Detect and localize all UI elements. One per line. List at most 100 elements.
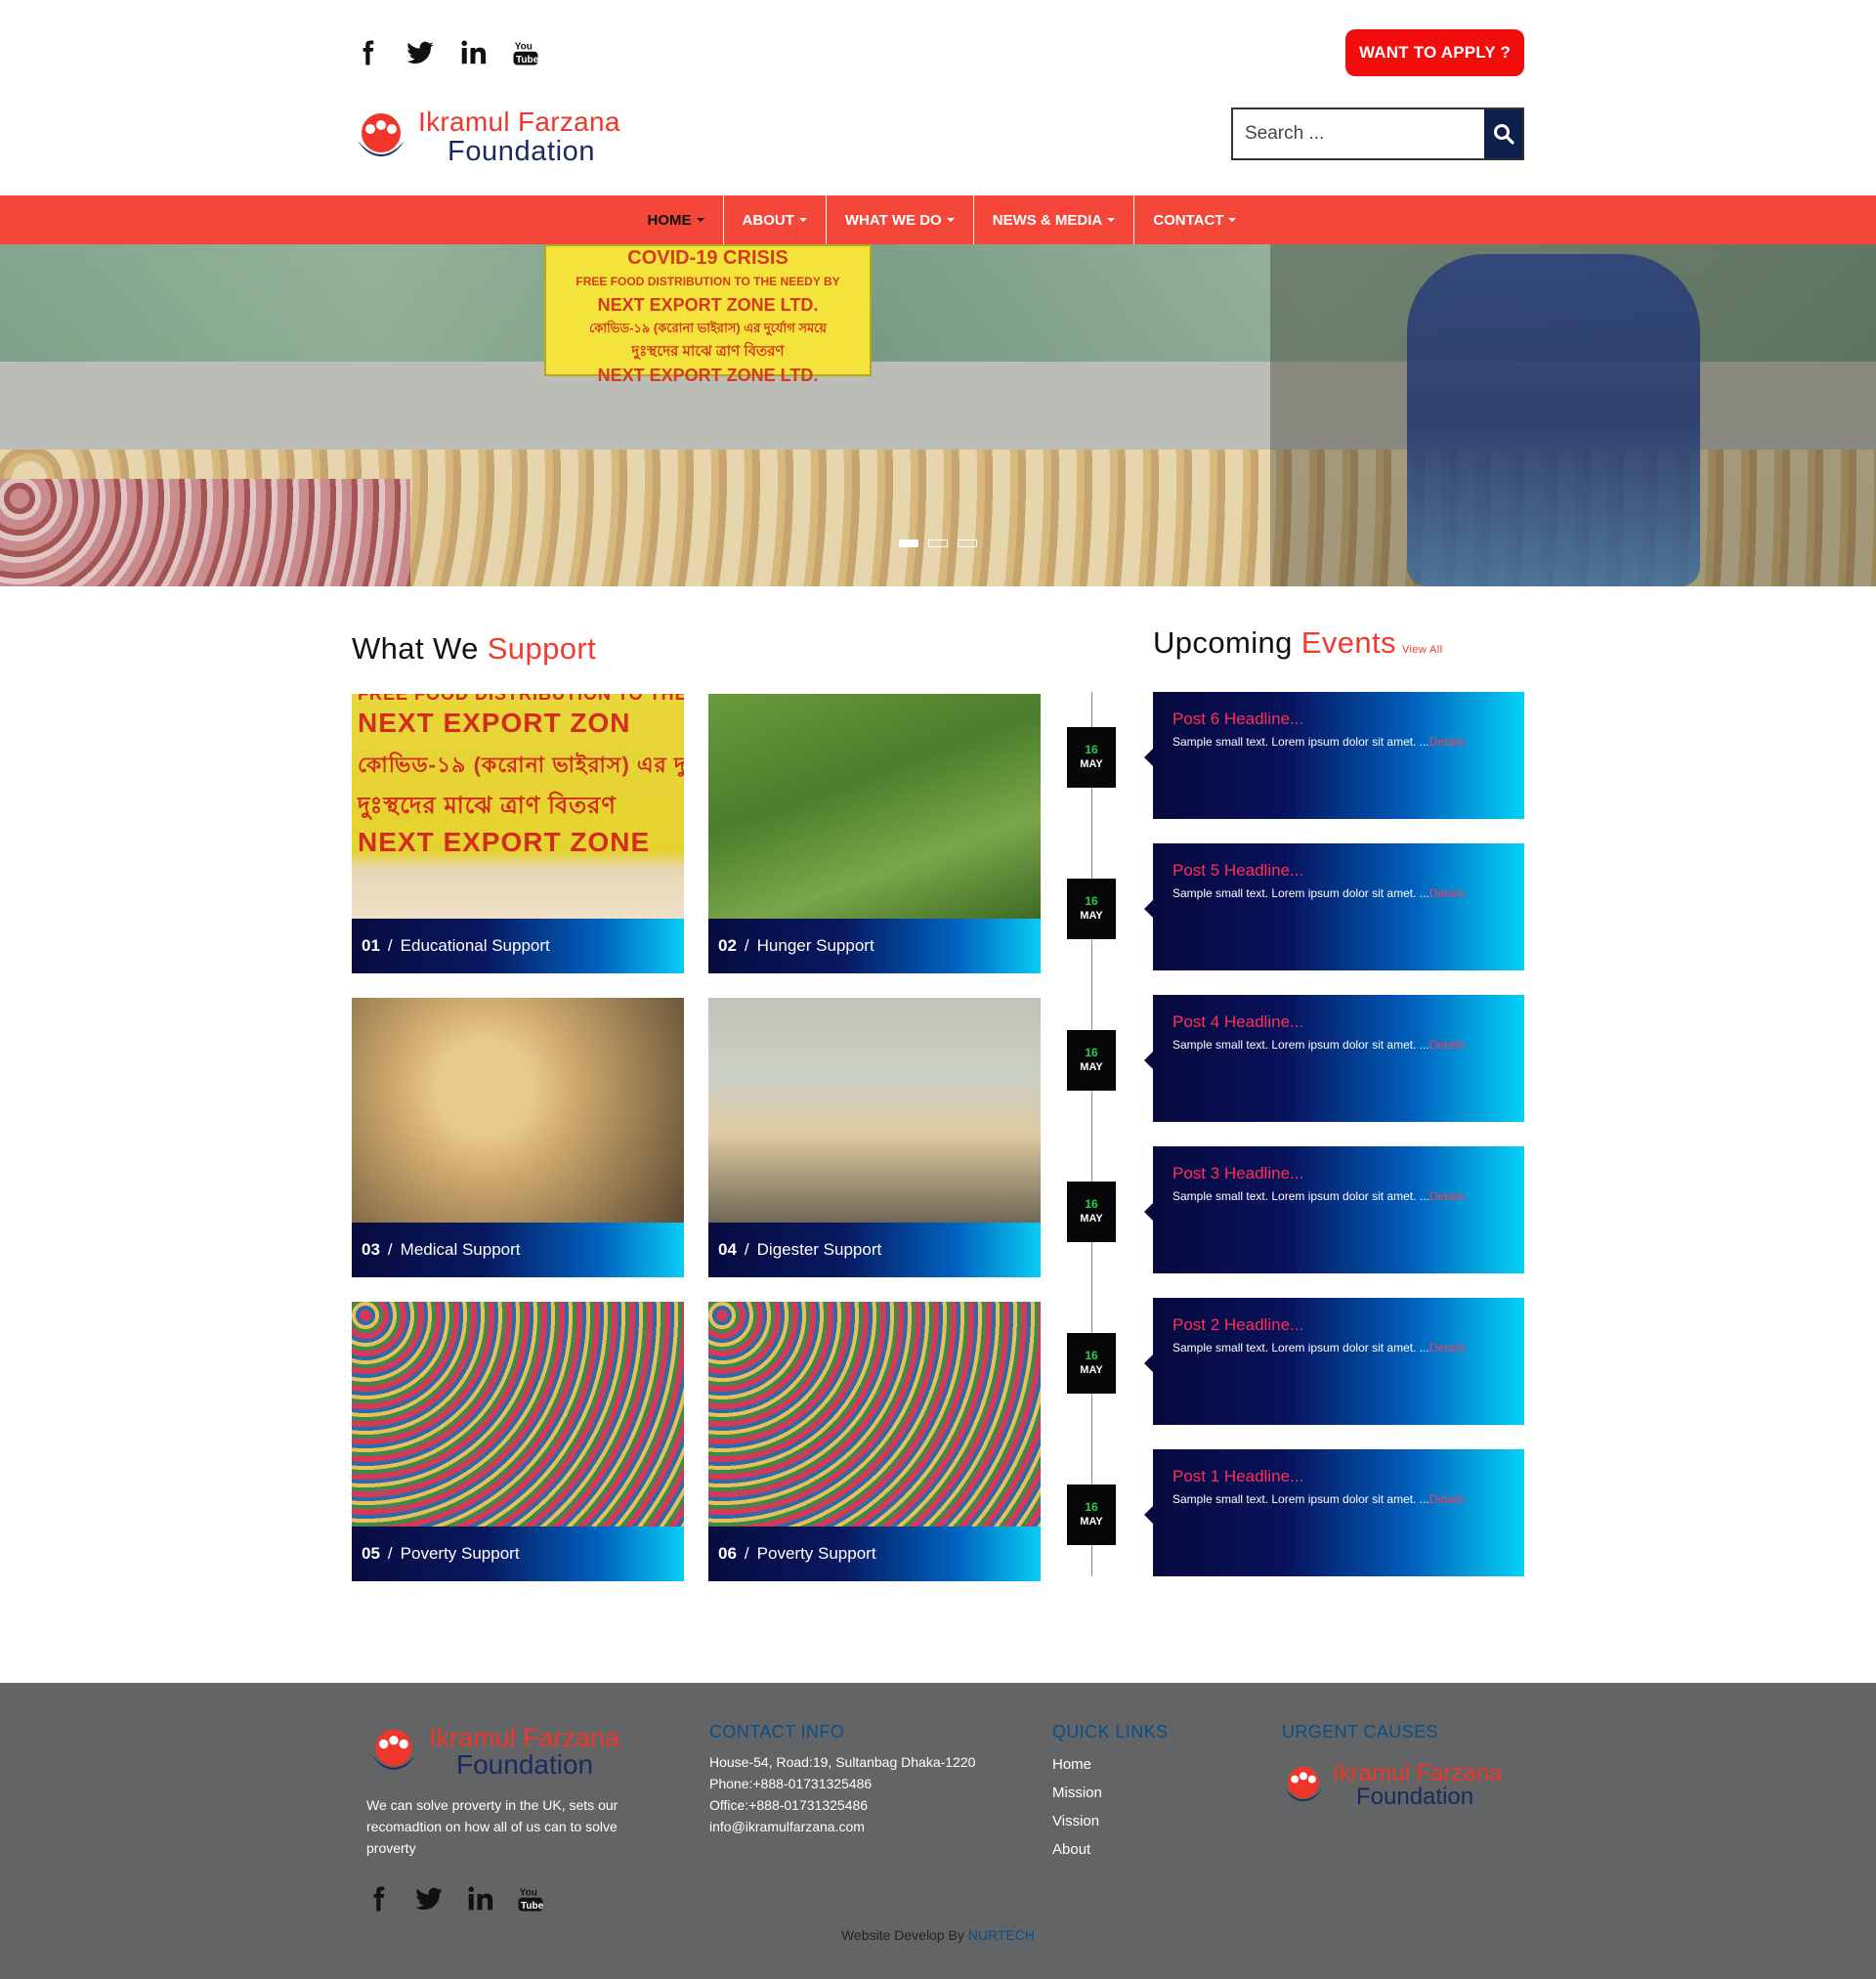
contact-office: Office:+888-01731325486 bbox=[709, 1797, 869, 1813]
svg-text:Tube: Tube bbox=[521, 1901, 544, 1912]
footer-social-links: You Tube bbox=[363, 1884, 545, 1914]
footer-logo-line-1: Ikramul Farzana bbox=[429, 1722, 620, 1752]
quick-links-heading: QUICK LINKS bbox=[1052, 1722, 1169, 1742]
support-card-5[interactable]: 05/Poverty Support bbox=[352, 1302, 684, 1581]
twitter-icon[interactable] bbox=[414, 1884, 444, 1914]
support-card-3[interactable]: 03/Medical Support bbox=[352, 998, 684, 1277]
event-card[interactable]: Post 2 Headline... Sample small text. Lo… bbox=[1144, 1298, 1524, 1425]
search-button[interactable] bbox=[1484, 109, 1522, 158]
top-bar: You Tube WANT TO APPLY ? bbox=[352, 29, 1524, 76]
caret-down-icon bbox=[1107, 218, 1116, 222]
hero-image-volunteer bbox=[1407, 254, 1700, 586]
event-date-badge: 16 MAY bbox=[1067, 1484, 1116, 1545]
event-details-link[interactable]: Details bbox=[1429, 886, 1466, 900]
facebook-icon[interactable] bbox=[352, 37, 383, 68]
linkedin-icon[interactable] bbox=[465, 1884, 494, 1914]
nav-item-home[interactable]: HOME bbox=[629, 195, 724, 244]
youtube-icon[interactable]: You Tube bbox=[510, 37, 541, 68]
event-details-link[interactable]: Details bbox=[1429, 1341, 1466, 1355]
event-date-badge: 16 MAY bbox=[1067, 1030, 1116, 1091]
footer-logo[interactable]: Ikramul Farzana Foundation bbox=[366, 1722, 660, 1781]
event-title: Post 2 Headline... bbox=[1172, 1315, 1304, 1334]
event-text: Sample small text. Lorem ipsum dolor sit… bbox=[1172, 1492, 1466, 1506]
support-card-caption: 03/Medical Support bbox=[352, 1223, 684, 1277]
nav-item-what-we-do[interactable]: WHAT WE DO bbox=[827, 195, 974, 244]
support-card-caption: 04/Digester Support bbox=[708, 1223, 1041, 1277]
footer-credit: Website Develop By NURTECH bbox=[841, 1927, 1035, 1943]
contact-email[interactable]: info@ikramulfarzana.com bbox=[709, 1816, 975, 1837]
support-card-image: FREE FOOD DISTRIBUTION TO THE NEXT EXPOR… bbox=[352, 694, 684, 919]
contact-phone: Phone:+888-01731325486 bbox=[709, 1776, 873, 1791]
quick-link-home[interactable]: Home bbox=[1052, 1750, 1102, 1779]
support-card-image bbox=[352, 998, 684, 1223]
event-date-badge: 16 MAY bbox=[1067, 879, 1116, 939]
event-card[interactable]: Post 1 Headline... Sample small text. Lo… bbox=[1144, 1449, 1524, 1576]
svg-text:You: You bbox=[520, 1887, 537, 1898]
hero-slider: COVID-19 CRISIS FREE FOOD DISTRIBUTION T… bbox=[0, 244, 1876, 586]
event-text: Sample small text. Lorem ipsum dolor sit… bbox=[1172, 1038, 1466, 1052]
event-date-badge: 16 MAY bbox=[1067, 727, 1116, 788]
foundation-logo-icon bbox=[1284, 1766, 1323, 1801]
slide-indicator-1[interactable] bbox=[899, 539, 918, 547]
svg-text:You: You bbox=[515, 41, 533, 52]
linkedin-icon[interactable] bbox=[457, 37, 489, 68]
event-details-link[interactable]: Details bbox=[1429, 735, 1466, 749]
event-card[interactable]: Post 6 Headline... Sample small text. Lo… bbox=[1144, 692, 1524, 819]
event-card[interactable]: Post 4 Headline... Sample small text. Lo… bbox=[1144, 995, 1524, 1122]
caret-down-icon bbox=[946, 218, 955, 222]
twitter-icon[interactable] bbox=[405, 37, 436, 68]
event-card[interactable]: Post 3 Headline... Sample small text. Lo… bbox=[1144, 1146, 1524, 1273]
support-card-caption: 01/Educational Support bbox=[352, 919, 684, 973]
want-to-apply-button[interactable]: WANT TO APPLY ? bbox=[1345, 29, 1524, 76]
quick-link-about[interactable]: About bbox=[1052, 1835, 1102, 1864]
caret-down-icon bbox=[1228, 218, 1237, 222]
slide-indicator-3[interactable] bbox=[958, 539, 977, 547]
nav-item-contact[interactable]: CONTACT bbox=[1134, 195, 1255, 244]
search-icon bbox=[1493, 124, 1514, 145]
facebook-icon[interactable] bbox=[363, 1884, 393, 1914]
youtube-icon[interactable]: You Tube bbox=[516, 1884, 545, 1914]
events-timeline bbox=[1091, 692, 1092, 1576]
event-text: Sample small text. Lorem ipsum dolor sit… bbox=[1172, 735, 1466, 749]
slide-indicator-2[interactable] bbox=[928, 539, 948, 547]
event-text: Sample small text. Lorem ipsum dolor sit… bbox=[1172, 886, 1466, 900]
nav-item-news-media[interactable]: NEWS & MEDIA bbox=[974, 195, 1135, 244]
search-input[interactable] bbox=[1233, 109, 1484, 158]
view-all-link[interactable]: View All bbox=[1402, 644, 1443, 656]
quick-link-mission[interactable]: Mission bbox=[1052, 1779, 1102, 1807]
support-heading: What We Support bbox=[352, 631, 597, 666]
event-title: Post 3 Headline... bbox=[1172, 1164, 1304, 1183]
urgent-causes-logo[interactable]: Ikramul Farzana Foundation bbox=[1280, 1759, 1534, 1812]
logo-line-2: Foundation bbox=[448, 135, 596, 167]
site-logo[interactable]: Ikramul Farzana Foundation bbox=[352, 106, 655, 168]
foundation-logo-icon bbox=[371, 1729, 416, 1770]
support-card-2[interactable]: 02/Hunger Support bbox=[708, 694, 1041, 973]
svg-text:Tube: Tube bbox=[516, 55, 539, 65]
support-card-6[interactable]: 06/Poverty Support bbox=[708, 1302, 1041, 1581]
support-card-4[interactable]: 04/Digester Support bbox=[708, 998, 1041, 1277]
caret-down-icon bbox=[696, 218, 704, 222]
event-date-badge: 16 MAY bbox=[1067, 1333, 1116, 1394]
foundation-logo-icon bbox=[358, 113, 405, 156]
event-title: Post 1 Headline... bbox=[1172, 1467, 1304, 1485]
contact-address: House-54, Road:19, Sultanbag Dhaka-1220 bbox=[709, 1754, 976, 1770]
event-details-link[interactable]: Details bbox=[1429, 1189, 1466, 1203]
developer-link[interactable]: NURTECH bbox=[968, 1927, 1035, 1943]
event-details-link[interactable]: Details bbox=[1429, 1492, 1466, 1506]
urgent-logo-line-2: Foundation bbox=[1356, 1784, 1474, 1810]
quick-link-vission[interactable]: Vission bbox=[1052, 1807, 1102, 1835]
support-card-1[interactable]: FREE FOOD DISTRIBUTION TO THE NEXT EXPOR… bbox=[352, 694, 684, 973]
support-card-image bbox=[352, 1302, 684, 1527]
support-card-image bbox=[708, 1302, 1041, 1527]
event-details-link[interactable]: Details bbox=[1429, 1038, 1466, 1052]
event-title: Post 4 Headline... bbox=[1172, 1012, 1304, 1031]
support-card-image bbox=[708, 998, 1041, 1223]
support-card-image bbox=[708, 694, 1041, 919]
hero-image-produce bbox=[0, 479, 410, 586]
footer-description: We can solve proverty in the UK, sets ou… bbox=[366, 1797, 618, 1856]
event-card[interactable]: Post 5 Headline... Sample small text. Lo… bbox=[1144, 843, 1524, 970]
nav-item-about[interactable]: ABOUT bbox=[724, 195, 827, 244]
caret-down-icon bbox=[798, 218, 807, 222]
contact-info: House-54, Road:19, Sultanbag Dhaka-1220 … bbox=[709, 1751, 975, 1837]
hero-banner-sign: COVID-19 CRISIS FREE FOOD DISTRIBUTION T… bbox=[544, 244, 872, 385]
